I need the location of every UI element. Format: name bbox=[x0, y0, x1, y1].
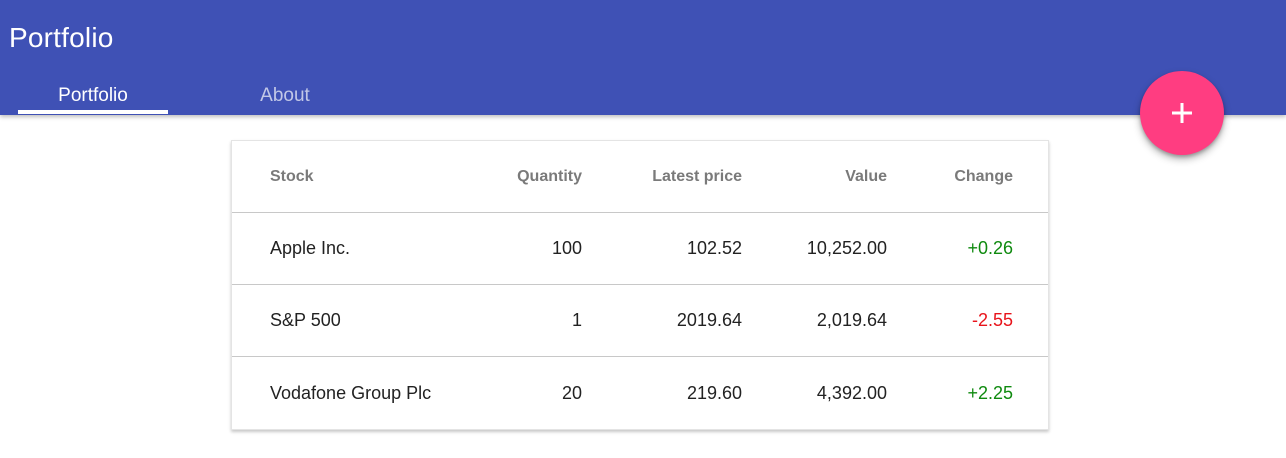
stock-name: Apple Inc. bbox=[270, 238, 351, 258]
stock-latest-price: 219.60 bbox=[686, 382, 742, 403]
stock-value: 2,019.64 bbox=[816, 310, 887, 330]
tab-active-indicator bbox=[18, 110, 168, 114]
portfolio-table: Stock Quantity Latest price Value Change… bbox=[231, 140, 1049, 430]
plus-icon bbox=[1172, 103, 1192, 123]
table-row[interactable]: Vodafone Group Plc 20 219.60 4,392.00 +2… bbox=[232, 357, 1048, 429]
stock-latest-price: 102.52 bbox=[686, 238, 742, 258]
stock-name: S&P 500 bbox=[270, 310, 341, 330]
stock-quantity: 1 bbox=[571, 310, 582, 330]
column-header-quantity[interactable]: Quantity bbox=[482, 141, 582, 212]
app-bar: Portfolio Portfolio About bbox=[0, 0, 1286, 115]
stock-quantity: 20 bbox=[561, 382, 582, 403]
stock-quantity: 100 bbox=[551, 238, 582, 258]
stock-name: Vodafone Group Plc bbox=[270, 382, 432, 403]
stock-change: -2.55 bbox=[971, 310, 1013, 330]
table-row[interactable]: S&P 500 1 2019.64 2,019.64 -2.55 bbox=[232, 285, 1048, 357]
tab-bar: Portfolio About bbox=[0, 78, 400, 115]
stock-latest-price: 2019.64 bbox=[676, 310, 742, 330]
column-header-change[interactable]: Change bbox=[892, 141, 1013, 212]
column-header-latest-price[interactable]: Latest price bbox=[592, 141, 742, 212]
table-header-row: Stock Quantity Latest price Value Change bbox=[232, 141, 1048, 213]
stock-change: +2.25 bbox=[967, 382, 1013, 403]
table-row[interactable]: Apple Inc. 100 102.52 10,252.00 +0.26 bbox=[232, 213, 1048, 285]
column-header-stock[interactable]: Stock bbox=[270, 141, 490, 212]
tab-about[interactable]: About bbox=[210, 78, 360, 115]
column-header-value[interactable]: Value bbox=[742, 141, 887, 212]
stock-value: 10,252.00 bbox=[806, 238, 887, 258]
stock-value: 4,392.00 bbox=[816, 382, 887, 403]
stock-change: +0.26 bbox=[967, 238, 1013, 258]
app-title: Portfolio bbox=[9, 22, 114, 53]
add-stock-button[interactable] bbox=[1140, 71, 1224, 155]
